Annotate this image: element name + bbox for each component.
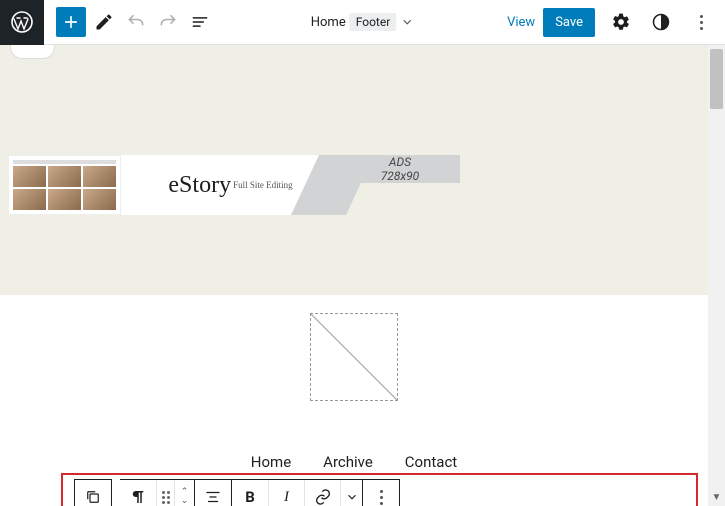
drag-handle[interactable] bbox=[156, 480, 174, 506]
paragraph-block-icon[interactable] bbox=[120, 480, 156, 506]
breadcrumb-footer: Footer bbox=[350, 13, 397, 31]
list-view-button[interactable] bbox=[186, 8, 214, 36]
footer-section: Home Archive Contact bbox=[0, 295, 708, 506]
italic-button[interactable]: I bbox=[268, 480, 304, 506]
settings-button[interactable] bbox=[607, 8, 635, 36]
bold-button[interactable]: B bbox=[232, 480, 268, 506]
more-rich-text-button[interactable] bbox=[340, 480, 362, 506]
editor-canvas-wrap: eStory Full Site Editing ADS 728x90 Home… bbox=[0, 45, 725, 506]
footer-nav-archive[interactable]: Archive bbox=[323, 453, 373, 471]
editor-canvas[interactable]: eStory Full Site Editing ADS 728x90 Home… bbox=[0, 45, 708, 506]
block-toolbar: ⌃⌄ B I bbox=[74, 479, 400, 506]
block-more-options[interactable] bbox=[363, 480, 399, 506]
select-parent-button[interactable] bbox=[75, 480, 111, 506]
document-breadcrumb[interactable]: Home Footer bbox=[311, 13, 415, 31]
ad-brand-name: eStory bbox=[168, 172, 231, 199]
ad-thumbnail bbox=[8, 155, 121, 215]
footer-nav-contact[interactable]: Contact bbox=[405, 453, 457, 471]
view-link[interactable]: View bbox=[507, 15, 535, 30]
footer-navigation: Home Archive Contact bbox=[0, 453, 708, 471]
move-up-down[interactable]: ⌃⌄ bbox=[174, 480, 194, 506]
undo-button[interactable] bbox=[122, 8, 150, 36]
add-block-button[interactable] bbox=[56, 7, 86, 37]
chevron-down-icon bbox=[400, 15, 414, 29]
more-options-button[interactable] bbox=[687, 8, 715, 36]
editor-top-toolbar: Home Footer View Save bbox=[0, 0, 725, 45]
image-placeholder[interactable] bbox=[310, 313, 398, 401]
partial-block-top bbox=[10, 45, 55, 59]
link-button[interactable] bbox=[304, 480, 340, 506]
save-button[interactable]: Save bbox=[543, 8, 595, 37]
wordpress-logo[interactable] bbox=[0, 0, 44, 45]
edit-mode-button[interactable] bbox=[90, 8, 118, 36]
redo-button[interactable] bbox=[154, 8, 182, 36]
align-button[interactable] bbox=[195, 480, 231, 506]
scroll-down-arrow[interactable]: ▼ bbox=[708, 489, 725, 506]
scroll-thumb[interactable] bbox=[710, 49, 723, 109]
ad-banner: eStory Full Site Editing ADS 728x90 bbox=[8, 155, 460, 215]
styles-button[interactable] bbox=[647, 8, 675, 36]
breadcrumb-home: Home bbox=[311, 15, 346, 30]
footer-nav-home[interactable]: Home bbox=[251, 453, 291, 471]
vertical-scrollbar[interactable]: ▲ ▼ bbox=[708, 45, 725, 506]
ad-tagline: Full Site Editing bbox=[233, 180, 293, 190]
ad-line2: 728x90 bbox=[381, 169, 419, 183]
ad-line1: ADS bbox=[389, 155, 411, 169]
